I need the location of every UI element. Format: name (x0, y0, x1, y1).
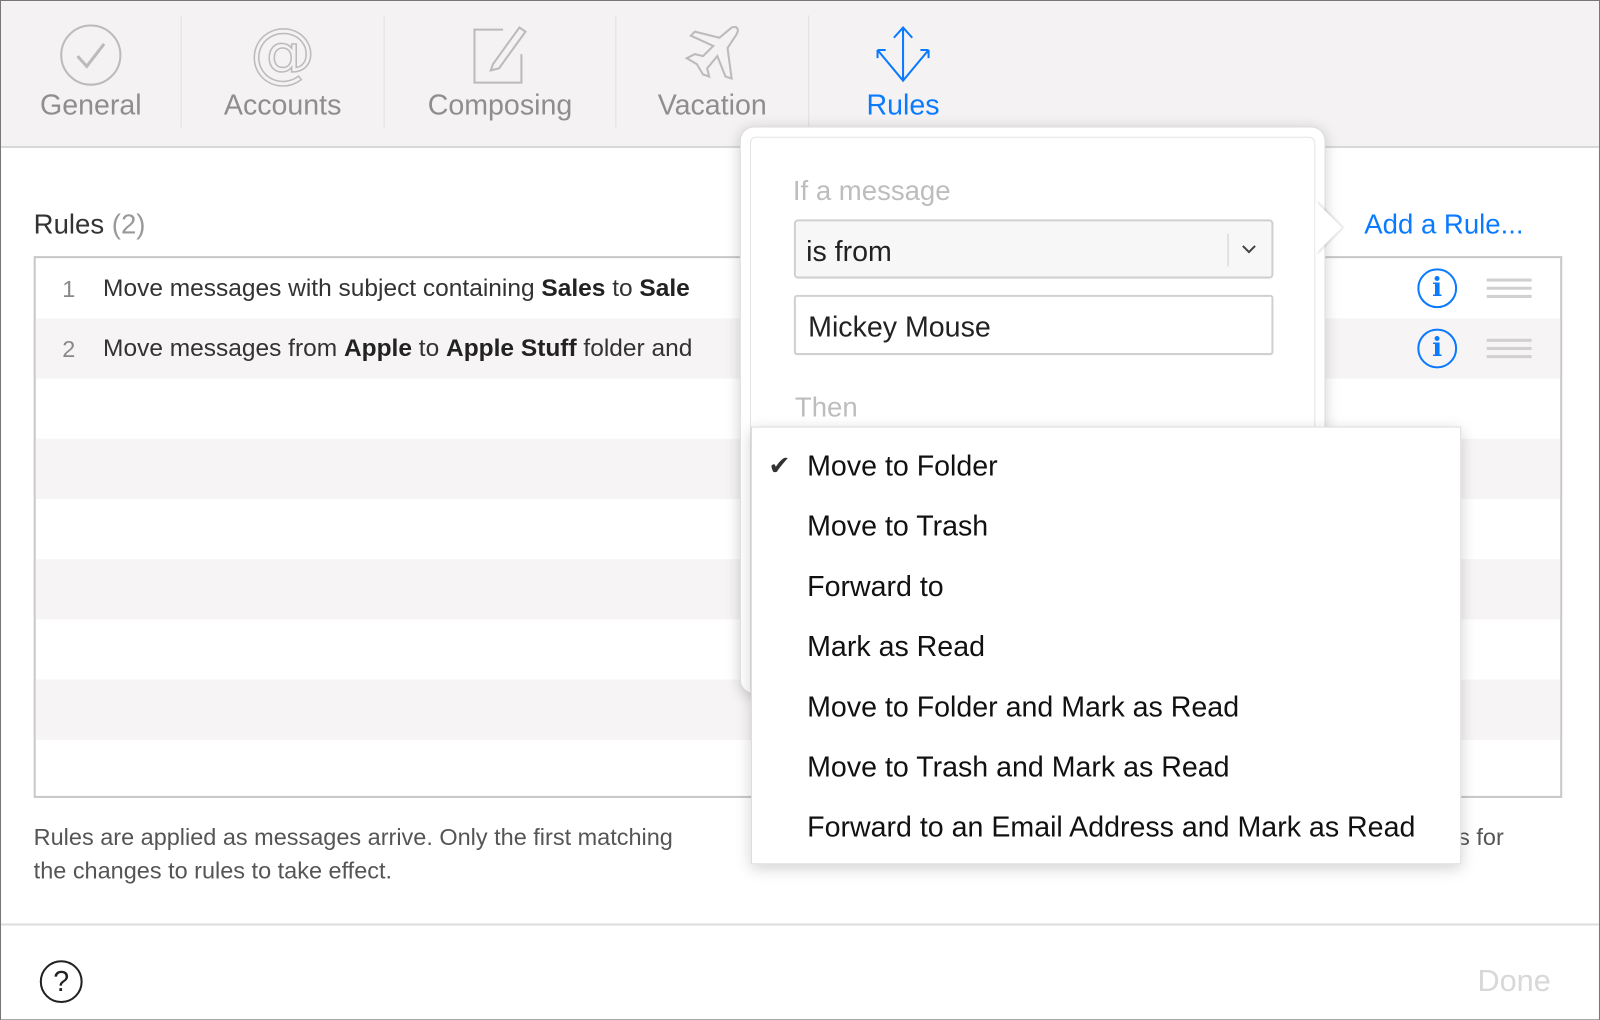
condition-value: is from (806, 235, 892, 268)
airplane-icon (684, 26, 739, 81)
if-label: If a message (792, 175, 951, 207)
checkmark-icon: ✔ (768, 449, 791, 481)
footer-note-line1: Rules are applied as messages arrive. On… (33, 823, 673, 850)
drag-handle-icon[interactable] (1486, 278, 1532, 299)
footer-note-line2: the changes to rules to take effect. (33, 857, 393, 884)
divider (1, 923, 1599, 926)
chevron-down-icon (1242, 245, 1256, 254)
popover-arrow (1315, 201, 1342, 255)
info-icon[interactable]: i (1417, 268, 1458, 309)
then-label: Then (794, 391, 858, 423)
menu-item-mark-as-read[interactable]: Mark as Read (752, 618, 1460, 678)
tab-accounts[interactable]: @ Accounts (182, 1, 384, 148)
sender-value: Mickey Mouse (808, 311, 991, 343)
svg-text:@: @ (251, 23, 314, 86)
action-dropdown-menu: ✔ Move to Folder Move to Trash Forward to… (751, 426, 1462, 865)
add-rule-link[interactable]: Add a Rule... (1364, 209, 1523, 241)
tab-label: Vacation (657, 88, 767, 121)
menu-item-move-to-folder[interactable]: ✔ Move to Folder (752, 438, 1460, 498)
mail-preferences-window: General @ Accounts Composing Vacation Ru… (0, 0, 1600, 1020)
tab-label: Composing (427, 88, 573, 121)
rules-arrows-icon (876, 26, 930, 83)
rule-number: 1 (62, 275, 76, 303)
menu-item-move-to-folder-and-mark-read[interactable]: Move to Folder and Mark as Read (752, 679, 1460, 739)
sender-input[interactable]: Mickey Mouse (793, 294, 1274, 356)
menu-item-forward-to[interactable]: Forward to (752, 558, 1460, 618)
rule-number: 2 (62, 335, 76, 363)
condition-select[interactable]: is from (793, 219, 1274, 279)
info-icon[interactable]: i (1417, 328, 1458, 369)
tab-general[interactable]: General (1, 1, 181, 148)
footer-note-line1-end: s for (1458, 823, 1504, 850)
tab-label: Accounts (223, 88, 342, 121)
help-button[interactable]: ? (39, 960, 83, 1004)
rule-description: Move messages from Apple to Apple Stuff … (103, 334, 693, 363)
tab-label: General (39, 88, 142, 121)
rules-heading: Rules (2) (34, 209, 146, 241)
tab-label: Rules (866, 88, 940, 121)
done-button[interactable]: Done (1478, 964, 1551, 999)
menu-item-move-to-trash-and-mark-read[interactable]: Move to Trash and Mark as Read (752, 739, 1460, 799)
drag-handle-icon[interactable] (1486, 338, 1532, 359)
rules-title: Rules (33, 209, 105, 240)
menu-item-move-to-trash[interactable]: Move to Trash (752, 498, 1460, 558)
tab-composing[interactable]: Composing (385, 1, 616, 148)
checkmark-circle-icon (60, 24, 122, 86)
rule-description: Move messages with subject containing Sa… (103, 274, 690, 303)
at-sign-icon: @ (251, 23, 314, 86)
menu-item-forward-and-mark-read[interactable]: Forward to an Email Address and Mark as … (752, 799, 1460, 859)
rules-count: (2) (111, 209, 146, 240)
compose-icon (473, 26, 527, 84)
